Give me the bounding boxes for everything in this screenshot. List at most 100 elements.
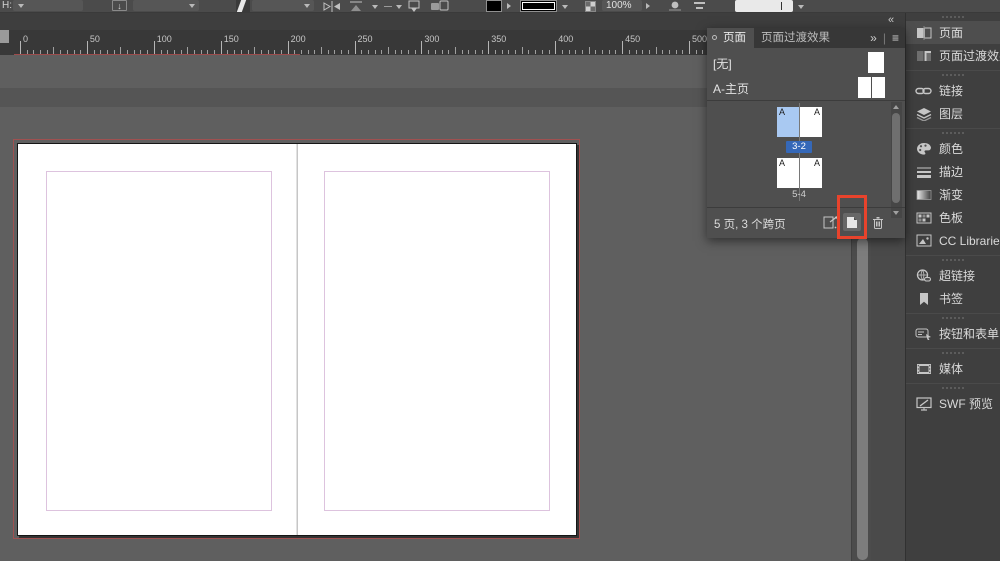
h-combo-box[interactable]	[13, 0, 83, 11]
pages-panel: 页面 页面过渡效果 » | ≡ [无] A-主页 A	[707, 28, 905, 238]
page-thumbnail-4[interactable]: A	[777, 158, 799, 188]
reference-point-icon[interactable]	[406, 0, 422, 13]
search-input[interactable]	[735, 0, 793, 12]
panel-vertical-scrollbar[interactable]	[891, 102, 902, 218]
stroke-icon	[915, 164, 932, 179]
dock-item-stroke[interactable]: 描边	[906, 160, 1000, 183]
master-row-none[interactable]: [无]	[707, 50, 905, 75]
tab-pages[interactable]: 页面	[707, 28, 754, 48]
group-grip[interactable]	[906, 384, 1000, 392]
style-combo-box[interactable]	[133, 0, 199, 11]
dock-item-label: 图层	[939, 105, 963, 122]
chevron-down-icon	[18, 4, 24, 8]
color-icon	[915, 141, 932, 156]
dock-item-swf-preview[interactable]: SWF 预览	[906, 392, 1000, 415]
master-prefix: A	[814, 107, 820, 117]
dock-item-label: SWF 预览	[939, 395, 993, 412]
stroke-combo-box[interactable]	[252, 0, 314, 11]
expand-arrow-icon[interactable]	[646, 3, 650, 9]
flip-vertical-icon[interactable]	[348, 1, 364, 12]
delete-page-button[interactable]	[869, 213, 887, 231]
spread-label-selected[interactable]: 3-2	[786, 141, 812, 153]
swf-preview-icon	[915, 396, 932, 411]
document-vertical-scrollbar[interactable]	[851, 237, 871, 561]
dock-item-bookmarks[interactable]: 书签	[906, 287, 1000, 310]
page-thumbnail-2-selected[interactable]: A	[777, 107, 799, 137]
opacity-field[interactable]: 100%	[602, 0, 642, 11]
master-prefix: A	[779, 158, 785, 168]
ruler-label: 150	[224, 34, 239, 44]
master-thumbnail-right[interactable]	[872, 77, 885, 98]
tab-page-transitions[interactable]: 页面过渡效果	[753, 28, 838, 48]
page-thumbnail-3[interactable]: A	[800, 107, 822, 137]
stroke-type-preview-icon[interactable]	[236, 0, 250, 12]
scroll-up-arrow-icon[interactable]	[893, 105, 899, 109]
ruler-label: 350	[491, 34, 506, 44]
dock-group: 颜色 描边 渐变 色板	[906, 128, 1000, 255]
flip-horizontal-icon[interactable]	[322, 1, 342, 12]
dock-group: SWF 预览	[906, 383, 1000, 418]
drop-shadow-icon[interactable]	[668, 0, 683, 13]
panel-menu-icon[interactable]: ≡	[892, 31, 899, 45]
margin-guide-right-page	[324, 171, 550, 511]
tab-overflow-icon[interactable]: »	[870, 31, 877, 45]
dock-item-cc-libraries[interactable]: CC Libraries	[906, 229, 1000, 252]
new-page-button[interactable]	[843, 213, 861, 231]
chevron-down-icon[interactable]	[372, 5, 378, 9]
align-icon[interactable]	[692, 0, 707, 13]
master-prefix: A	[779, 107, 785, 117]
edit-page-size-button[interactable]	[822, 213, 840, 231]
dock-item-gradient[interactable]: 渐变	[906, 183, 1000, 206]
dash-separator	[384, 6, 392, 7]
group-grip[interactable]	[906, 71, 1000, 79]
dock-item-layers[interactable]: 图层	[906, 102, 1000, 125]
fill-color-swatch[interactable]	[486, 0, 502, 12]
hyperlink-icon	[915, 268, 932, 283]
chevron-down-icon[interactable]	[562, 5, 568, 9]
dock-item-links[interactable]: 链接	[906, 79, 1000, 102]
dock-group: 链接 图层	[906, 70, 1000, 128]
pages-panel-header: 页面 页面过渡效果 » | ≡	[707, 28, 905, 48]
dock-item-buttons-forms[interactable]: 按钮和表单	[906, 322, 1000, 345]
dock-group: 超链接 书签	[906, 255, 1000, 313]
group-grip[interactable]	[906, 13, 1000, 21]
master-row-a-master[interactable]: A-主页	[707, 75, 905, 100]
group-grip[interactable]	[906, 256, 1000, 264]
dock-item-label: 色板	[939, 209, 963, 226]
ruler-label: 300	[424, 34, 439, 44]
collapse-panels-button[interactable]: «	[888, 14, 894, 26]
page-seam	[296, 144, 298, 535]
dock-group: 页面 页面过渡效果	[906, 13, 1000, 70]
transparency-checker-icon[interactable]	[585, 1, 596, 12]
group-grip[interactable]	[906, 349, 1000, 357]
dock-item-hyperlinks[interactable]: 超链接	[906, 264, 1000, 287]
layers-icon	[915, 106, 932, 121]
page-count-status: 5 页, 3 个跨页	[714, 216, 786, 232]
display-performance-icon[interactable]	[430, 0, 450, 13]
page-thumbnail-5[interactable]: A	[800, 158, 822, 188]
panel-scrollbar-thumb[interactable]	[892, 113, 900, 203]
spread-label[interactable]: 5-4	[786, 189, 812, 200]
dock-item-label: 页面过渡效果	[939, 47, 1000, 64]
gradient-icon	[915, 187, 932, 202]
document-vertical-scrollbar-thumb[interactable]	[857, 238, 868, 560]
group-grip[interactable]	[906, 314, 1000, 322]
document-spread[interactable]	[17, 143, 577, 536]
master-thumbnail-single[interactable]	[868, 52, 884, 73]
stroke-color-swatch[interactable]	[520, 0, 557, 12]
chevron-down-icon[interactable]	[798, 5, 804, 9]
ruler-label: 100	[157, 34, 172, 44]
dock-item-color[interactable]: 颜色	[906, 137, 1000, 160]
ruler-label: 500	[692, 34, 707, 44]
ruler-label: 0	[23, 34, 28, 44]
master-thumbnail-left[interactable]	[858, 77, 871, 98]
writing-direction-icon[interactable]: ↓	[112, 0, 127, 11]
dock-item-swatches[interactable]: 色板	[906, 206, 1000, 229]
media-icon	[915, 361, 932, 376]
expand-arrow-icon[interactable]	[507, 3, 511, 9]
dock-item-pages[interactable]: 页面	[906, 21, 1000, 44]
dock-item-page-transitions[interactable]: 页面过渡效果	[906, 44, 1000, 67]
chevron-down-icon[interactable]	[396, 5, 402, 9]
group-grip[interactable]	[906, 129, 1000, 137]
dock-item-media[interactable]: 媒体	[906, 357, 1000, 380]
